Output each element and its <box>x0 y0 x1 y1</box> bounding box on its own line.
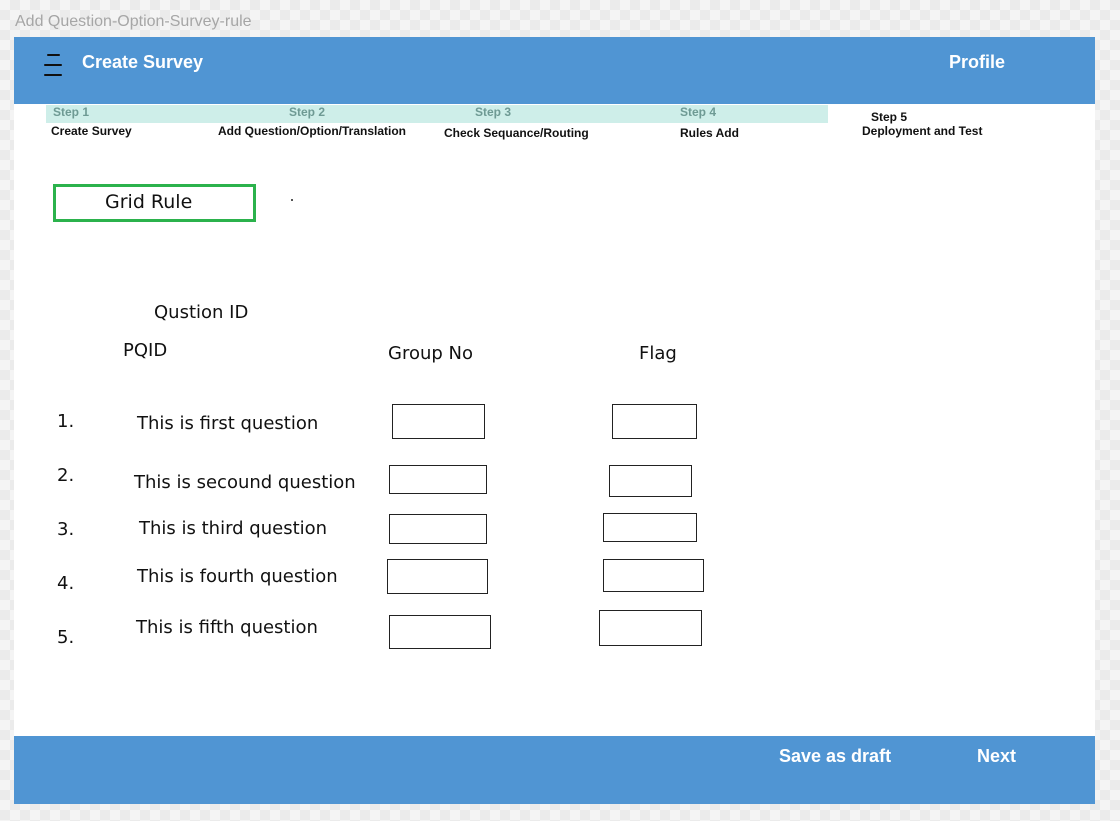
row-2-group-no-input[interactable] <box>389 465 487 494</box>
step-4-number: Step 4 <box>680 105 717 119</box>
app-frame: Create Survey Profile Step 1 Create Surv… <box>14 37 1095 804</box>
save-as-draft-button[interactable]: Save as draft <box>779 746 891 767</box>
footer-bar: Save as draft Next <box>14 736 1095 804</box>
profile-link[interactable]: Profile <box>949 52 1005 73</box>
row-5-number: 5. <box>57 627 75 648</box>
row-2-question-text: This is secound question <box>134 472 356 493</box>
step-2-name[interactable]: Add Question/Option/Translation <box>218 124 406 138</box>
column-header-question-id: Qustion ID <box>154 302 249 323</box>
row-1-flag-input[interactable] <box>612 404 697 439</box>
row-3-question-text: This is third question <box>139 518 328 539</box>
next-button[interactable]: Next <box>977 746 1016 767</box>
column-header-pqid: PQID <box>123 340 168 361</box>
window-title: Add Question-Option-Survey-rule <box>15 13 252 30</box>
row-4-flag-input[interactable] <box>603 559 704 592</box>
row-1-group-no-input[interactable] <box>392 404 485 439</box>
hamburger-menu-icon[interactable] <box>44 54 62 78</box>
step-1-number: Step 1 <box>53 105 90 119</box>
step-1-name[interactable]: Create Survey <box>51 124 132 138</box>
row-4-group-no-input[interactable] <box>387 559 488 594</box>
step-3-number: Step 3 <box>475 105 512 119</box>
stray-dot <box>291 199 293 201</box>
grid-rule-section-title: Grid Rule <box>53 184 256 222</box>
row-1-number: 1. <box>57 411 75 432</box>
row-3-number: 3. <box>57 519 75 540</box>
row-5-flag-input[interactable] <box>599 610 702 646</box>
row-2-flag-input[interactable] <box>609 465 692 497</box>
row-3-group-no-input[interactable] <box>389 514 487 544</box>
row-3-flag-input[interactable] <box>603 513 697 542</box>
step-3-name[interactable]: Check Sequance/Routing <box>444 126 589 140</box>
header-title: Create Survey <box>82 52 204 72</box>
step-5-name[interactable]: Deployment and Test <box>862 124 982 138</box>
row-5-question-text: This is fifth question <box>136 617 318 638</box>
row-5-group-no-input[interactable] <box>389 615 491 649</box>
step-4-name[interactable]: Rules Add <box>680 126 739 140</box>
row-2-number: 2. <box>57 465 75 486</box>
column-header-group-no: Group No <box>388 343 473 364</box>
header-bar: Create Survey Profile <box>14 37 1095 104</box>
column-header-flag: Flag <box>639 343 677 364</box>
step-5-number: Step 5 <box>871 110 908 124</box>
row-4-question-text: This is fourth question <box>137 566 338 587</box>
row-1-question-text: This is first question <box>137 413 319 434</box>
step-2-number: Step 2 <box>289 105 326 119</box>
row-4-number: 4. <box>57 573 75 594</box>
